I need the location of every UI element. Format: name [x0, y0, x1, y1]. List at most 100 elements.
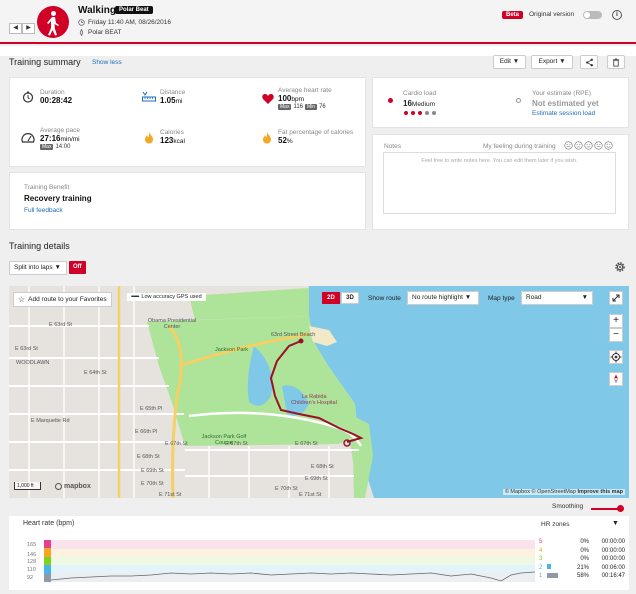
mapbox-logo-icon: [55, 483, 62, 490]
original-version-label: Original version: [529, 11, 575, 18]
next-button[interactable]: ▶: [22, 23, 35, 34]
map-label: E 67th St: [295, 441, 318, 447]
fat-metric: Fat percentage of calories 52%: [278, 129, 353, 145]
fullscreen-button[interactable]: [609, 291, 623, 305]
add-route-favorites-button[interactable]: ☆ Add route to your Favorites: [13, 292, 112, 307]
zone-time: 00:00:00: [601, 539, 625, 546]
distance-metric: Distance 1.05mi: [160, 89, 185, 105]
view-2d-button[interactable]: 2D: [322, 292, 340, 304]
map-label: Obama Presidential Center: [147, 318, 197, 330]
zoom-out-button[interactable]: −: [609, 328, 623, 342]
smoothing-slider-handle[interactable]: [617, 505, 624, 512]
zoom-in-button[interactable]: +: [609, 314, 623, 328]
map-label: E Marquette Rd: [31, 418, 70, 424]
heart-icon: [262, 94, 274, 104]
clock-icon: [78, 19, 85, 26]
y-tick: 165: [27, 542, 37, 548]
edit-button[interactable]: Edit ▼: [493, 55, 526, 69]
duration-metric: Duration 00:28:42: [40, 89, 72, 105]
gps-dots-icon: ••••••••: [131, 294, 139, 300]
zone-percent: 0%: [580, 539, 589, 546]
pace-max-value: 14:00: [55, 144, 71, 150]
map-label: E 68th St: [137, 454, 160, 460]
distance-label: Distance: [160, 89, 186, 96]
level-dot: [418, 111, 422, 115]
show-less-link[interactable]: Show less: [92, 59, 122, 66]
feeling-face-icon[interactable]: [604, 141, 613, 150]
level-dot: [411, 111, 415, 115]
stopwatch-icon: [22, 91, 34, 103]
smoothing-label: Smoothing: [552, 503, 584, 510]
calories-label: Calories: [160, 129, 184, 136]
estimate-load-link[interactable]: Estimate session load: [532, 110, 595, 117]
pace-max-tag: Max: [40, 144, 54, 150]
delete-button[interactable]: [607, 55, 625, 69]
notes-textarea[interactable]: Feel free to write notes here. You can e…: [383, 152, 616, 214]
original-version-toggle[interactable]: [583, 11, 602, 19]
locate-button[interactable]: [609, 350, 623, 364]
attribution-text[interactable]: © Mapbox © OpenStreetMap: [505, 489, 576, 495]
show-route-label: Show route: [368, 295, 401, 302]
map-label: E 69th St: [141, 468, 164, 474]
notes-label: Notes: [384, 143, 401, 150]
zone-color-bar: [44, 540, 51, 583]
feeling-face-icon[interactable]: [584, 141, 593, 150]
prev-button[interactable]: ◀: [9, 23, 22, 34]
feeling-face-icon[interactable]: [594, 141, 603, 150]
level-dot: [425, 111, 429, 115]
compass-button[interactable]: [609, 372, 623, 386]
map-label: Jackson Park Golf Course: [201, 434, 247, 446]
split-laps-select[interactable]: Split into laps ▼: [9, 261, 67, 275]
zone-percent: 58%: [576, 573, 589, 580]
distance-unit: mi: [175, 98, 183, 105]
flame-icon: [145, 132, 153, 144]
hr-line-chart[interactable]: [51, 540, 535, 584]
map-type-label: Map type: [488, 295, 515, 302]
view-3d-button[interactable]: 3D: [341, 292, 359, 304]
zone-band: [44, 565, 51, 574]
target-icon: [610, 351, 622, 363]
route-highlight-select[interactable]: No route highlight ▼: [407, 291, 479, 305]
hr-zones-toggle[interactable]: ▼: [612, 520, 619, 527]
cardio-level: Medium: [411, 101, 436, 108]
sport-icon: [37, 6, 69, 38]
share-button[interactable]: [580, 55, 598, 69]
duration-value: 00:28:42: [40, 96, 73, 105]
feeling-face-icon[interactable]: [564, 141, 573, 150]
map-type-select[interactable]: Road ▼: [521, 291, 593, 305]
benefit-value: Recovery training: [24, 194, 92, 203]
zone-bar: [547, 564, 551, 570]
zone-time: 00:00:00: [601, 556, 625, 563]
avg-pace-range: Max 14:00: [40, 144, 80, 150]
cardio-label: Cardio load: [403, 90, 437, 97]
avg-hr-label: Average heart rate: [278, 87, 332, 94]
gear-icon[interactable]: [613, 260, 627, 274]
avg-hr-unit: bpm: [291, 96, 305, 103]
avg-pace-label: Average pace: [40, 127, 80, 134]
route-map[interactable]: E 63rd St E 63rd St WOODLAWN E 64th St E…: [9, 286, 629, 498]
full-feedback-link[interactable]: Full feedback: [24, 207, 63, 214]
improve-map-link[interactable]: Improve this map: [577, 489, 623, 495]
add-route-label: Add route to your Favorites: [28, 296, 107, 303]
gps-label: Low accuracy GPS used: [141, 294, 202, 300]
feeling-face-icon[interactable]: [574, 141, 583, 150]
compass-icon: [614, 374, 618, 384]
trash-icon: [612, 58, 620, 67]
zone-band: [44, 548, 51, 557]
ruler-icon: [142, 91, 156, 102]
map-label: E 63rd St: [15, 346, 38, 352]
zone-percent: 21%: [576, 564, 589, 571]
laps-off-toggle[interactable]: Off: [69, 261, 86, 274]
export-button[interactable]: Export ▼: [531, 55, 573, 69]
map-attribution: © Mapbox © OpenStreetMap Improve this ma…: [502, 489, 625, 495]
info-icon[interactable]: i: [612, 10, 622, 20]
min-tag: Min: [305, 104, 318, 110]
summary-title: Training summary: [9, 57, 81, 67]
zone-number: 2: [539, 564, 543, 571]
mapbox-logo: mapbox: [55, 483, 91, 490]
details-title: Training details: [9, 241, 70, 251]
cardio-dot-icon: [388, 98, 393, 103]
map-scale: 1,000 ft: [14, 482, 41, 490]
avg-hr-value: 100: [278, 94, 292, 103]
avg-hr-range: Max 116 Min 76: [278, 104, 332, 110]
